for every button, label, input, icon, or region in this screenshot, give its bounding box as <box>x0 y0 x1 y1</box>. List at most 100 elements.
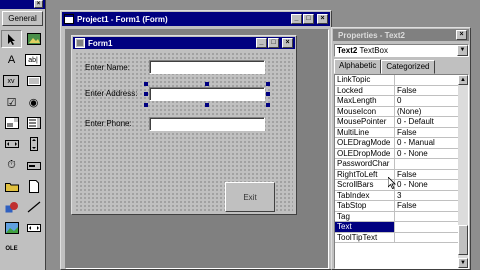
scroll-thumb[interactable] <box>458 225 468 255</box>
vscrollbar-icon[interactable] <box>23 135 44 153</box>
property-name: MultiLine <box>335 127 395 137</box>
object-type: TextBox <box>359 46 389 55</box>
property-name: OLEDropMode <box>335 148 395 158</box>
frame-icon[interactable]: xv <box>3 75 19 87</box>
shape-icon[interactable] <box>1 198 22 216</box>
hscrollbar-icon[interactable] <box>1 135 22 153</box>
property-row[interactable]: Locked False <box>335 85 468 96</box>
form1-icon <box>75 38 85 48</box>
exit-button[interactable]: Exit <box>225 182 275 212</box>
pointer-icon[interactable] <box>1 30 22 48</box>
property-row[interactable]: MousePointer 0 - Default <box>335 117 468 128</box>
properties-scrollbar[interactable]: ▲ ▼ <box>458 75 468 268</box>
property-row[interactable]: MouseIcon (None) <box>335 106 468 117</box>
properties-title: Properties - Text2 <box>338 30 405 40</box>
property-row[interactable]: MultiLine False <box>335 127 468 138</box>
form-icon <box>64 14 74 24</box>
selection-handle[interactable] <box>266 92 270 96</box>
selection-handle[interactable] <box>205 82 209 86</box>
form1-close-button[interactable]: × <box>282 38 293 48</box>
property-name: ToolTipText <box>335 232 395 242</box>
properties-rows: LinkTopic Locked False MaxLength 0 MouseIcon(… <box>335 75 468 243</box>
listbox-icon[interactable] <box>23 114 44 132</box>
property-name: MaxLength <box>335 96 395 106</box>
properties-grid: LinkTopic Locked False MaxLength 0 MouseIcon(… <box>334 74 469 269</box>
property-name: Tag <box>335 211 395 221</box>
property-row[interactable]: Tag <box>335 211 468 222</box>
form1-maximize-button[interactable]: □ <box>268 38 279 48</box>
scroll-down-icon[interactable]: ▼ <box>458 258 468 268</box>
phone-label: Enter Phone: <box>85 119 132 128</box>
property-row[interactable]: RightToLeft False <box>335 169 468 180</box>
chevron-down-icon[interactable]: ▼ <box>457 45 468 56</box>
textbox-icon[interactable]: ab| <box>25 54 41 66</box>
commandbutton-icon[interactable] <box>23 72 44 90</box>
project-maximize-button[interactable]: □ <box>303 14 314 24</box>
property-row[interactable]: OLEDropMode 0 - None <box>335 148 468 159</box>
property-row[interactable]: LinkTopic <box>335 75 468 86</box>
picturebox-icon[interactable] <box>23 30 44 48</box>
project-form-window: Project1 - Form1 (Form) _ □ × Form1 _ □ … <box>60 10 332 270</box>
address-textbox[interactable] <box>149 87 265 101</box>
property-name: OLEDragMode <box>335 138 395 148</box>
ole-icon[interactable]: OLE <box>1 240 22 258</box>
project-close-button[interactable]: × <box>317 14 328 24</box>
property-row[interactable]: ToolTipText <box>335 232 468 243</box>
property-row[interactable]: ScrollBars 0 - None <box>335 180 468 191</box>
selection-handle[interactable] <box>144 92 148 96</box>
mouse-cursor-icon <box>388 177 396 189</box>
form1[interactable]: Form1 _ □ × Enter Name: Enter Address: E… <box>71 35 297 215</box>
property-name: LinkTopic <box>335 75 395 85</box>
scroll-up-icon[interactable]: ▲ <box>458 75 468 85</box>
selection-handle[interactable] <box>205 103 209 107</box>
label-icon[interactable]: A <box>1 51 22 69</box>
property-row[interactable]: TabIndex 3 <box>335 190 468 201</box>
property-row[interactable]: MaxLength 0 <box>335 96 468 107</box>
name-textbox[interactable] <box>149 60 265 74</box>
form1-minimize-button[interactable]: _ <box>256 38 267 48</box>
checkbox-icon[interactable]: ☑ <box>1 93 22 111</box>
tab-alphabetic[interactable]: Alphabetic <box>334 59 382 74</box>
data-icon[interactable] <box>23 219 44 237</box>
property-row[interactable]: PasswordChar <box>335 159 468 170</box>
property-row[interactable]: TabStop False <box>335 201 468 212</box>
property-name: Locked <box>335 85 395 95</box>
form1-titlebar: Form1 _ □ × <box>73 37 295 49</box>
address-label: Enter Address: <box>85 89 138 98</box>
image-icon[interactable] <box>1 219 22 237</box>
object-selector[interactable]: Text2 TextBox ▼ <box>334 44 469 57</box>
property-name: Text <box>335 222 395 232</box>
tab-categorized[interactable]: Categorized <box>381 60 435 74</box>
optionbutton-icon[interactable]: ◉ <box>23 93 44 111</box>
property-name: PasswordChar <box>335 159 395 169</box>
timer-icon[interactable]: ⏱ <box>1 156 22 174</box>
phone-textbox[interactable] <box>149 117 265 131</box>
toolbox-close-button[interactable]: × <box>34 0 43 8</box>
drivelistbox-icon[interactable] <box>23 156 44 174</box>
properties-close-button[interactable]: × <box>456 30 467 40</box>
form-designer-area: Form1 _ □ × Enter Name: Enter Address: E… <box>65 29 329 269</box>
property-row[interactable]: Text <box>335 222 468 233</box>
form1-canvas[interactable]: Enter Name: Enter Address: Enter Phone: … <box>75 52 293 212</box>
selection-handle[interactable] <box>266 103 270 107</box>
project-minimize-button[interactable]: _ <box>291 14 302 24</box>
project-title: Project1 - Form1 (Form) <box>77 14 168 24</box>
line-icon[interactable] <box>23 198 44 216</box>
project-titlebar: Project1 - Form1 (Form) _ □ × <box>62 12 330 26</box>
selection-handle[interactable] <box>144 103 148 107</box>
selection-handle[interactable] <box>266 82 270 86</box>
combobox-icon[interactable] <box>1 114 22 132</box>
selection-handle[interactable] <box>144 82 148 86</box>
properties-tabs: Alphabetic Categorized <box>334 59 435 74</box>
form1-title: Form1 <box>88 38 113 48</box>
property-name: TabStop <box>335 201 395 211</box>
filelistbox-icon[interactable] <box>23 177 44 195</box>
toolbox-general-tab[interactable]: General <box>2 11 43 26</box>
property-name: MouseIcon <box>335 106 395 116</box>
name-label: Enter Name: <box>85 63 130 72</box>
properties-titlebar: Properties - Text2 × <box>333 29 469 41</box>
exit-button-label: Exit <box>243 192 257 202</box>
dirlistbox-icon[interactable] <box>1 177 22 195</box>
property-row[interactable]: OLEDragMode 0 - Manual <box>335 138 468 149</box>
properties-window: Properties - Text2 × Text2 TextBox ▼ Alp… <box>331 27 471 270</box>
